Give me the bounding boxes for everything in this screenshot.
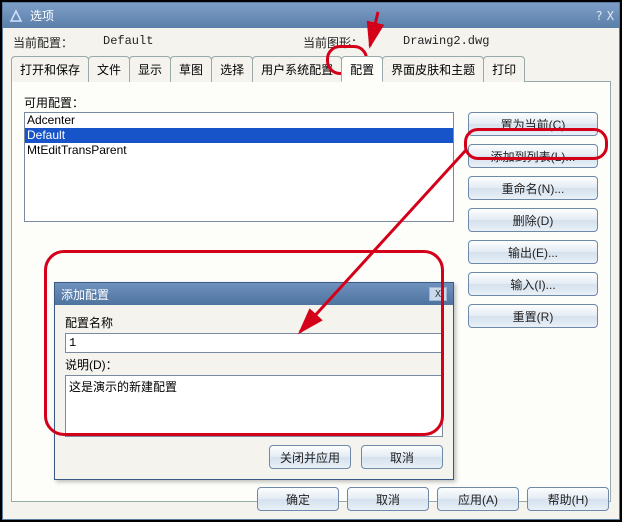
tab-user-prefs[interactable]: 用户系统配置 [252,56,342,82]
current-profile-value: Default [103,34,303,51]
profile-name-input[interactable] [65,333,443,353]
ok-button[interactable]: 确定 [257,487,339,511]
tab-files[interactable]: 文件 [88,56,130,82]
current-drawing-label: 当前图形： [303,34,403,51]
tab-body: 可用配置： Adcenter Default MtEditTransParent… [11,82,611,502]
profile-desc-input[interactable] [65,375,443,437]
cancel-button[interactable]: 取消 [347,487,429,511]
tab-strip: 打开和保存 文件 显示 草图 选择 用户系统配置 配置 界面皮肤和主题 打印 [11,55,611,82]
side-button-column: 置为当前(C) 添加到列表(L)... 重命名(N)... 删除(D) 输出(E… [468,112,598,328]
dialog-footer: 确定 取消 应用(A) 帮助(H) [257,487,609,511]
tab-profiles[interactable]: 配置 [341,56,383,82]
tab-drafting[interactable]: 草图 [170,56,212,82]
list-item[interactable]: Adcenter [25,113,453,128]
available-profiles-label: 可用配置： [24,94,602,111]
help-button[interactable]: ? [596,9,603,23]
app-logo-icon [8,8,24,24]
modal-close-button[interactable]: X [429,287,447,301]
modal-cancel-button[interactable]: 取消 [361,445,443,469]
add-to-list-button[interactable]: 添加到列表(L)... [468,144,598,168]
apply-button[interactable]: 应用(A) [437,487,519,511]
window-title: 选项 [30,7,596,24]
header-info: 当前配置： Default 当前图形： Drawing2.dwg [3,28,619,51]
list-item[interactable]: MtEditTransParent [25,143,453,158]
add-profile-dialog: 添加配置 X 配置名称 说明(D)： 关闭并应用 取消 [54,282,454,480]
tab-skin-theme[interactable]: 界面皮肤和主题 [382,56,484,82]
tab-print[interactable]: 打印 [483,56,525,82]
modal-titlebar: 添加配置 X [55,283,453,305]
list-item[interactable]: Default [25,128,453,143]
tab-open-save[interactable]: 打开和保存 [11,56,89,82]
rename-button[interactable]: 重命名(N)... [468,176,598,200]
delete-button[interactable]: 删除(D) [468,208,598,232]
set-current-button[interactable]: 置为当前(C) [468,112,598,136]
tab-selection[interactable]: 选择 [211,56,253,82]
profile-desc-label: 说明(D)： [65,356,443,373]
current-drawing-value: Drawing2.dwg [403,34,489,51]
close-apply-button[interactable]: 关闭并应用 [269,445,351,469]
profiles-listbox[interactable]: Adcenter Default MtEditTransParent [24,112,454,222]
help-footer-button[interactable]: 帮助(H) [527,487,609,511]
tab-display[interactable]: 显示 [129,56,171,82]
export-button[interactable]: 输出(E)... [468,240,598,264]
close-button[interactable]: X [607,9,614,23]
profile-name-label: 配置名称 [65,314,443,331]
options-dialog: 选项 ? X 当前配置： Default 当前图形： Drawing2.dwg … [2,2,620,520]
import-button[interactable]: 输入(I)... [468,272,598,296]
current-profile-label: 当前配置： [13,34,103,51]
reset-button[interactable]: 重置(R) [468,304,598,328]
titlebar: 选项 ? X [3,3,619,28]
modal-title: 添加配置 [61,286,429,303]
